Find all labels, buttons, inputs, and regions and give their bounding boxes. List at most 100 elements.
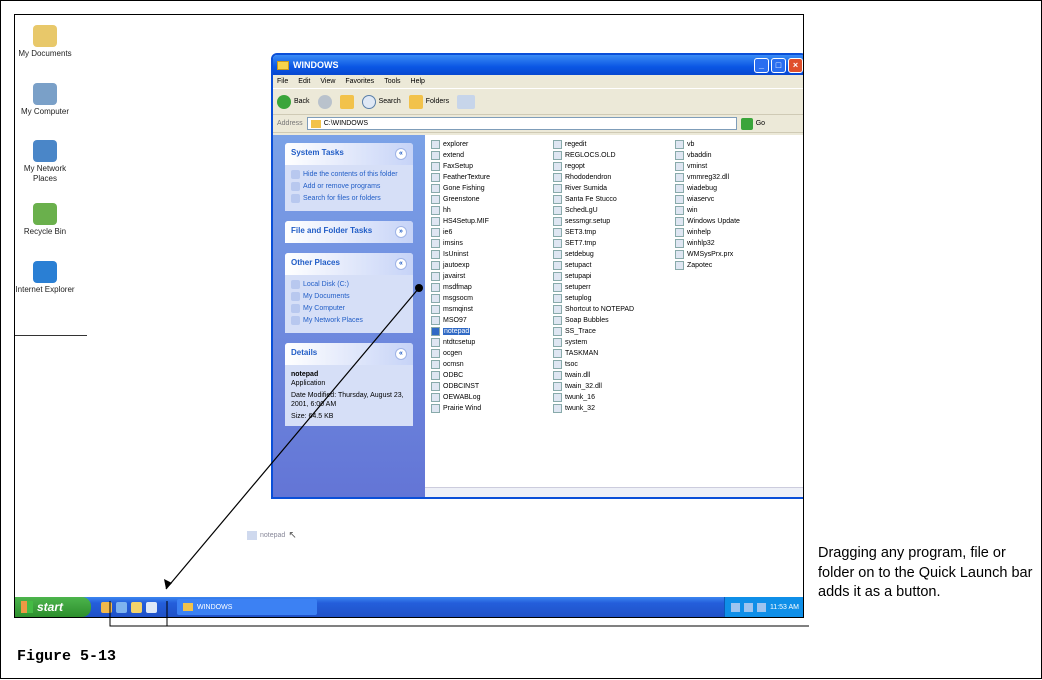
desktop-icon[interactable]: My Network Places bbox=[15, 140, 75, 184]
file-item[interactable]: Gone Fishing bbox=[431, 183, 543, 194]
file-item[interactable]: Prairie Wind bbox=[431, 403, 543, 414]
tray-icon[interactable] bbox=[756, 602, 766, 612]
file-item[interactable]: msgsocm bbox=[431, 293, 543, 304]
menu-favorites[interactable]: Favorites bbox=[345, 78, 374, 85]
address-input[interactable]: C:\WINDOWS bbox=[306, 117, 737, 130]
file-item[interactable]: vminst bbox=[675, 161, 787, 172]
other-places-header[interactable]: Other Places « bbox=[285, 253, 413, 275]
file-item[interactable]: Rhododendron bbox=[553, 172, 665, 183]
menu-file[interactable]: File bbox=[277, 78, 288, 85]
file-item[interactable]: explorer bbox=[431, 139, 543, 150]
file-item[interactable]: Windows Update bbox=[675, 216, 787, 227]
task-item[interactable]: Hide the contents of this folder bbox=[291, 170, 407, 179]
file-item[interactable]: SchedLgU bbox=[553, 205, 665, 216]
folders-button[interactable]: Folders bbox=[408, 94, 449, 109]
file-item[interactable]: setdebug bbox=[553, 249, 665, 260]
expand-icon[interactable]: » bbox=[395, 226, 407, 238]
back-button[interactable]: Back bbox=[277, 94, 310, 109]
file-item[interactable]: system bbox=[553, 337, 665, 348]
file-item[interactable]: jautoexp bbox=[431, 260, 543, 271]
place-item[interactable]: My Computer bbox=[291, 304, 407, 313]
file-item[interactable]: ocmsn bbox=[431, 359, 543, 370]
collapse-icon[interactable]: « bbox=[395, 348, 407, 360]
file-item[interactable]: twunk_16 bbox=[553, 392, 665, 403]
file-item[interactable]: twain.dll bbox=[553, 370, 665, 381]
start-button[interactable]: start bbox=[15, 597, 91, 617]
file-item[interactable]: javairst bbox=[431, 271, 543, 282]
file-item[interactable]: hh bbox=[431, 205, 543, 216]
file-item[interactable]: ODBC bbox=[431, 370, 543, 381]
file-item[interactable]: FeatherTexture bbox=[431, 172, 543, 183]
collapse-icon[interactable]: « bbox=[395, 258, 407, 270]
desktop-icon[interactable]: Recycle Bin bbox=[15, 203, 75, 237]
system-tasks-header[interactable]: System Tasks « bbox=[285, 143, 413, 165]
file-item[interactable]: vbaddin bbox=[675, 150, 787, 161]
file-item[interactable]: FaxSetup bbox=[431, 161, 543, 172]
taskbar-window-button[interactable]: WINDOWS bbox=[177, 599, 317, 615]
file-item[interactable]: WMSysPrx.prx bbox=[675, 249, 787, 260]
file-item[interactable]: tsoc bbox=[553, 359, 665, 370]
file-item[interactable]: wiadebug bbox=[675, 183, 787, 194]
file-item[interactable]: ODBCINST bbox=[431, 381, 543, 392]
menu-tools[interactable]: Tools bbox=[384, 78, 400, 85]
file-item[interactable]: vb bbox=[675, 139, 787, 150]
menu-help[interactable]: Help bbox=[411, 78, 425, 85]
place-item[interactable]: My Documents bbox=[291, 292, 407, 301]
file-item[interactable]: Soap Bubbles bbox=[553, 315, 665, 326]
file-item[interactable]: setupapi bbox=[553, 271, 665, 282]
file-item[interactable]: OEWABLog bbox=[431, 392, 543, 403]
quick-launch-icon[interactable] bbox=[116, 601, 127, 613]
file-item[interactable]: TASKMAN bbox=[553, 348, 665, 359]
file-item[interactable]: SS_Trace bbox=[553, 326, 665, 337]
file-item[interactable]: msdfmap bbox=[431, 282, 543, 293]
minimize-button[interactable]: _ bbox=[754, 57, 769, 73]
file-item[interactable]: win bbox=[675, 205, 787, 216]
forward-button[interactable] bbox=[317, 94, 332, 109]
file-item[interactable]: HS4Setup.MIF bbox=[431, 216, 543, 227]
close-button[interactable]: × bbox=[788, 57, 803, 73]
file-item[interactable]: ntdtcsetup bbox=[431, 337, 543, 348]
desktop-icon[interactable]: My Computer bbox=[15, 83, 75, 117]
maximize-button[interactable]: □ bbox=[771, 57, 786, 73]
file-item[interactable]: ie6 bbox=[431, 227, 543, 238]
file-item[interactable]: extend bbox=[431, 150, 543, 161]
file-item[interactable]: notepad bbox=[431, 326, 543, 337]
file-item[interactable]: SET7.tmp bbox=[553, 238, 665, 249]
file-item[interactable]: regopt bbox=[553, 161, 665, 172]
file-item[interactable]: winhelp bbox=[675, 227, 787, 238]
quick-launch-icon[interactable] bbox=[131, 601, 142, 613]
file-item[interactable]: SET3.tmp bbox=[553, 227, 665, 238]
place-item[interactable]: My Network Places bbox=[291, 316, 407, 325]
file-item[interactable]: MSO97 bbox=[431, 315, 543, 326]
file-item[interactable]: River Sumida bbox=[553, 183, 665, 194]
views-icon[interactable] bbox=[457, 94, 476, 109]
file-item[interactable]: twunk_32 bbox=[553, 403, 665, 414]
file-item[interactable]: sessmgr.setup bbox=[553, 216, 665, 227]
file-item[interactable]: Santa Fe Stucco bbox=[553, 194, 665, 205]
up-folder-icon[interactable] bbox=[339, 94, 354, 109]
file-item[interactable]: setupact bbox=[553, 260, 665, 271]
task-item[interactable]: Add or remove programs bbox=[291, 182, 407, 191]
file-item[interactable]: twain_32.dll bbox=[553, 381, 665, 392]
file-item[interactable]: Greenstone bbox=[431, 194, 543, 205]
place-item[interactable]: Local Disk (C:) bbox=[291, 280, 407, 289]
file-item[interactable]: msmqinst bbox=[431, 304, 543, 315]
file-item[interactable]: vmmreg32.dll bbox=[675, 172, 787, 183]
file-item[interactable]: REGLOCS.OLD bbox=[553, 150, 665, 161]
file-item[interactable]: ocgen bbox=[431, 348, 543, 359]
clock[interactable]: 11:53 AM bbox=[770, 604, 799, 611]
volume-tray-icon[interactable] bbox=[743, 602, 753, 612]
file-item[interactable]: Zapotec bbox=[675, 260, 787, 271]
details-header[interactable]: Details « bbox=[285, 343, 413, 365]
desktop-icon[interactable]: Internet Explorer bbox=[15, 261, 75, 295]
quick-launch-icon[interactable] bbox=[101, 601, 112, 613]
file-folder-tasks-header[interactable]: File and Folder Tasks » bbox=[285, 221, 413, 243]
desktop-icon[interactable]: My Documents bbox=[15, 25, 75, 59]
network-tray-icon[interactable] bbox=[730, 602, 740, 612]
file-item[interactable]: IsUninst bbox=[431, 249, 543, 260]
file-item[interactable]: setuplog bbox=[553, 293, 665, 304]
go-button[interactable]: Go bbox=[740, 117, 765, 130]
horizontal-scrollbar[interactable] bbox=[425, 487, 803, 497]
menu-edit[interactable]: Edit bbox=[298, 78, 310, 85]
file-item[interactable]: Shortcut to NOTEPAD bbox=[553, 304, 665, 315]
